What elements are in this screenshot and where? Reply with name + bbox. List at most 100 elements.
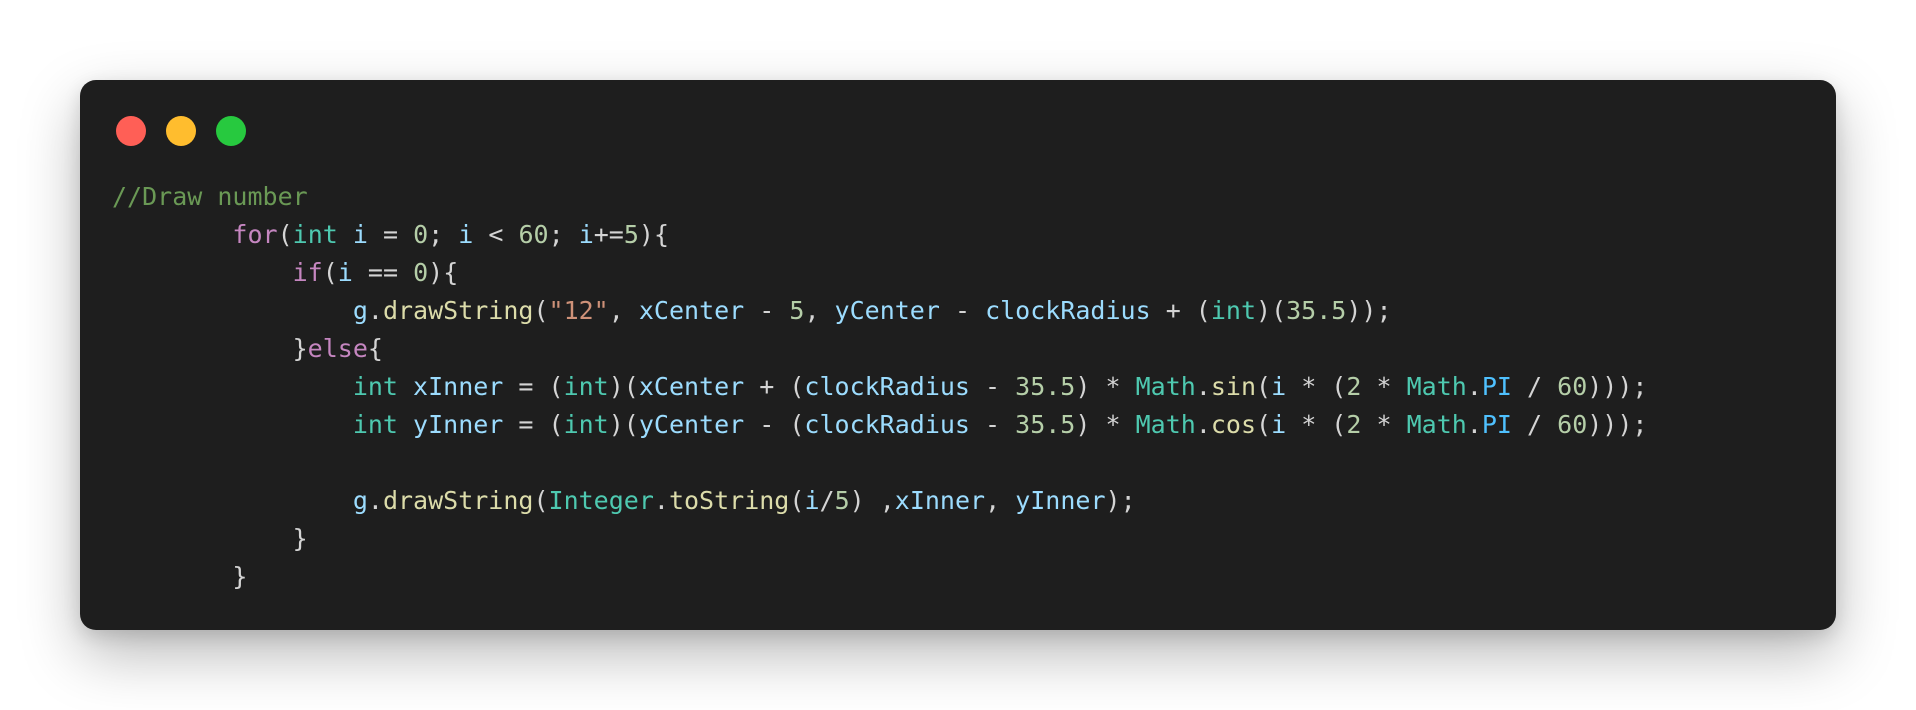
code-token: + ( [744, 372, 805, 401]
code-token: { [367, 334, 383, 363]
code-token: ( [533, 296, 549, 325]
code-block: //Draw number for(int i = 0; i < 60; i+=… [112, 178, 1647, 596]
code-token: ; [428, 220, 459, 249]
code-token: if [292, 258, 323, 287]
code-token: 60 [1557, 410, 1588, 439]
code-line: if(i == 0){ [112, 254, 1647, 292]
code-token: int [352, 372, 398, 401]
code-token: yInner [413, 410, 504, 439]
code-token: , [804, 296, 835, 325]
code-token: //Draw number [112, 182, 308, 211]
code-token: yCenter [638, 410, 745, 439]
code-token: "12" [548, 296, 609, 325]
code-token: 5 [623, 220, 639, 249]
code-token: i [578, 220, 594, 249]
code-line: } [112, 520, 1647, 558]
code-token: int [352, 410, 398, 439]
code-token: ( [1256, 372, 1272, 401]
code-token: g [352, 296, 368, 325]
code-token: yInner [1015, 486, 1106, 515]
code-token: ) , [849, 486, 895, 515]
code-token: . [653, 486, 669, 515]
code-token: ))); [1587, 372, 1648, 401]
code-line: for(int i = 0; i < 60; i+=5){ [112, 216, 1647, 254]
code-token: ) * [1075, 410, 1136, 439]
code-token: 5 [834, 486, 850, 515]
code-token: ) * [1075, 372, 1136, 401]
code-token: xInner [413, 372, 504, 401]
code-line: //Draw number [112, 178, 1647, 216]
code-token: xCenter [638, 372, 745, 401]
code-token: cos [1210, 410, 1257, 439]
window-controls [116, 116, 246, 146]
code-token: i [1271, 410, 1287, 439]
code-token: 35.5 [1015, 410, 1076, 439]
code-line: } [112, 558, 1647, 596]
code-token: PI [1481, 372, 1512, 401]
maximize-button[interactable] [216, 116, 246, 146]
close-button[interactable] [116, 116, 146, 146]
code-token: 35.5 [1286, 296, 1347, 325]
code-line: int xInner = (int)(xCenter + (clockRadiu… [112, 368, 1648, 406]
minimize-button[interactable] [166, 116, 196, 146]
code-token: yCenter [834, 296, 940, 325]
code-token: int [1210, 296, 1257, 325]
code-token: = ( [503, 372, 564, 401]
code-token: ( [1256, 410, 1272, 439]
code-token: . [1195, 372, 1211, 401]
code-token: 60 [518, 220, 549, 249]
code-token: . [367, 296, 383, 325]
code-token: clockRadius [804, 372, 970, 401]
code-token: . [367, 486, 383, 515]
code-token: * ( [1286, 372, 1347, 401]
code-token: 0 [413, 220, 429, 249]
code-token: } [112, 562, 248, 591]
code-token: / [1511, 372, 1558, 401]
code-token: 35.5 [1015, 372, 1076, 401]
code-token: Math [1135, 372, 1196, 401]
code-token: g [352, 486, 368, 515]
code-token: ){ [638, 220, 670, 249]
code-token: == [352, 258, 414, 287]
code-token: i [337, 258, 353, 287]
code-token: , [985, 486, 1016, 515]
code-token: = ( [503, 410, 564, 439]
code-token: * [1361, 410, 1407, 439]
code-token: )( [1256, 296, 1287, 325]
code-token: 0 [413, 258, 429, 287]
code-token: for [232, 220, 278, 249]
code-token: 2 [1346, 410, 1362, 439]
code-token: Integer [548, 486, 654, 515]
code-token: ))); [1587, 410, 1648, 439]
code-token: * [1361, 372, 1407, 401]
code-token: = [367, 220, 414, 249]
code-token: xInner [894, 486, 986, 515]
code-token: Math [1135, 410, 1196, 439]
code-token: } [112, 334, 308, 363]
code-token: drawString [382, 486, 534, 515]
code-token: )( [608, 410, 639, 439]
code-token: ( [322, 258, 338, 287]
code-token: i [804, 486, 820, 515]
code-token: ; [548, 220, 579, 249]
code-token: i [352, 220, 368, 249]
code-token: clockRadius [985, 296, 1151, 325]
code-token: PI [1481, 410, 1512, 439]
code-token: - ( [744, 410, 805, 439]
code-token: 60 [1557, 372, 1588, 401]
code-token: ( [789, 486, 805, 515]
code-token: / [819, 486, 835, 515]
code-line: g.drawString("12", xCenter - 5, yCenter … [112, 292, 1647, 330]
code-line: int yInner = (int)(yCenter - (clockRadiu… [112, 406, 1648, 444]
code-token: / [1511, 410, 1558, 439]
code-token: clockRadius [804, 410, 970, 439]
code-token: - [939, 296, 986, 325]
